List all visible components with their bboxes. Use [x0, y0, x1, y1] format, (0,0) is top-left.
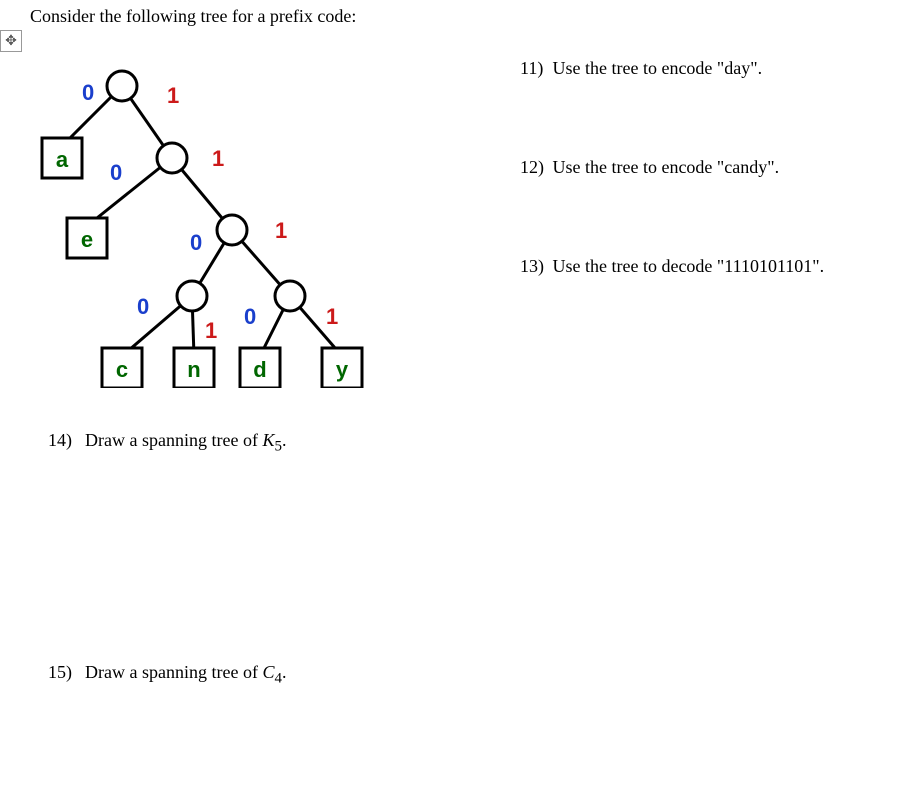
question-11-number: 11)	[520, 58, 548, 79]
question-11-text: Use the tree to encode "day".	[553, 58, 763, 78]
node-level4-left	[177, 281, 207, 311]
leaf-e-label: e	[81, 227, 93, 252]
node-level4-right	[275, 281, 305, 311]
leaf-n-label: n	[187, 357, 200, 382]
node-root	[107, 71, 137, 101]
label-root-right: 1	[167, 83, 179, 108]
leaf-d-label: d	[253, 357, 266, 382]
question-12: 12) Use the tree to encode "candy".	[520, 157, 900, 178]
label-root-left: 0	[82, 80, 94, 105]
label-l3-left: 0	[190, 230, 202, 255]
question-13: 13) Use the tree to decode "1110101101".	[520, 256, 900, 277]
question-15-after: .	[282, 662, 287, 682]
prefix-code-tree: a e c n d y 0 1 0 1 0 1 0 1 0 1	[22, 58, 382, 388]
question-12-number: 12)	[520, 157, 548, 178]
question-14-text-before: Draw a spanning tree of	[85, 430, 262, 450]
label-l2-right: 1	[212, 146, 224, 171]
leaf-c-label: c	[116, 357, 128, 382]
question-13-text: Use the tree to decode "1110101101".	[553, 256, 825, 276]
label-l3-right: 1	[275, 218, 287, 243]
move-handle-icon: ✥	[0, 30, 22, 52]
leaf-y-label: y	[336, 357, 349, 382]
question-15-graph-letter: C	[262, 662, 274, 682]
question-12-text: Use the tree to encode "candy".	[553, 157, 780, 177]
label-l4a-right: 1	[205, 318, 217, 343]
question-14: 14) Draw a spanning tree of K5.	[48, 430, 286, 456]
question-14-graph-sub: 5	[274, 439, 282, 455]
question-15-number: 15)	[48, 662, 76, 683]
question-15-graph-sub: 4	[274, 671, 282, 687]
move-handle-glyph: ✥	[5, 33, 17, 50]
node-level2	[157, 143, 187, 173]
label-l4b-right: 1	[326, 304, 338, 329]
prompt-text: Consider the following tree for a prefix…	[30, 6, 356, 27]
question-15-text-before: Draw a spanning tree of	[85, 662, 262, 682]
label-l4b-left: 0	[244, 304, 256, 329]
label-l2-left: 0	[110, 160, 122, 185]
question-11: 11) Use the tree to encode "day".	[520, 58, 900, 79]
question-15: 15) Draw a spanning tree of C4.	[48, 662, 286, 688]
label-l4a-left: 0	[137, 294, 149, 319]
leaf-a-label: a	[56, 147, 69, 172]
question-14-graph-letter: K	[262, 430, 274, 450]
question-14-after: .	[282, 430, 287, 450]
question-13-number: 13)	[520, 256, 548, 277]
node-level3	[217, 215, 247, 245]
question-14-number: 14)	[48, 430, 76, 451]
